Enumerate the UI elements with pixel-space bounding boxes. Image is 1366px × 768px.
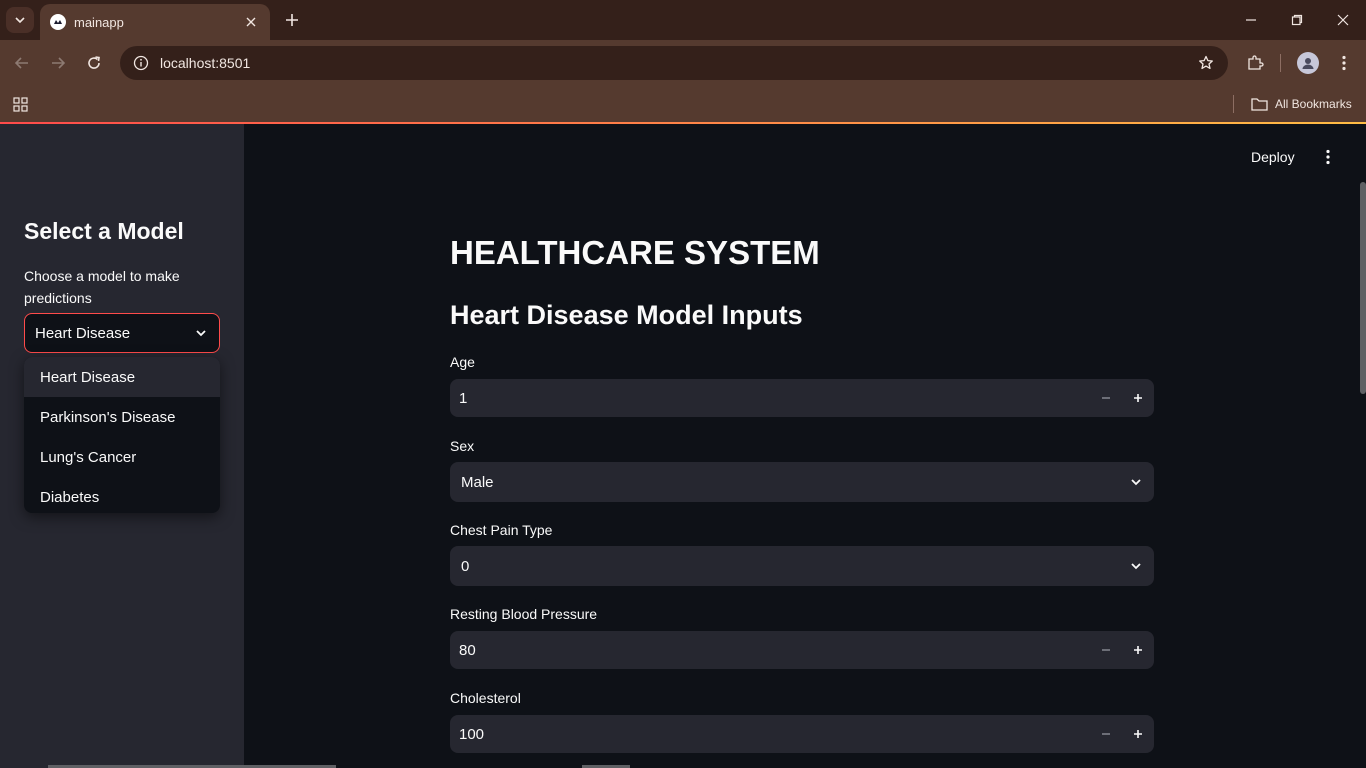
chevron-down-icon xyxy=(1131,479,1141,486)
age-decrement-minus-icon[interactable] xyxy=(1090,379,1122,417)
model-select[interactable]: Heart Disease xyxy=(24,313,220,353)
tab-search-button[interactable] xyxy=(6,7,34,33)
age-input[interactable]: 1 xyxy=(450,379,1154,417)
bookmarks-divider xyxy=(1233,95,1234,113)
main-content: Deploy HEALTHCARE SYSTEM Heart Disease M… xyxy=(244,124,1366,768)
sex-label: Sex xyxy=(450,438,475,454)
page-title: HEALTHCARE SYSTEM xyxy=(450,234,820,271)
resting-bp-decrement-minus-icon[interactable] xyxy=(1090,631,1122,669)
browser-menu-icon[interactable] xyxy=(1334,51,1354,75)
tab-close-icon[interactable] xyxy=(242,13,260,31)
cholesterol-label: Cholesterol xyxy=(450,690,521,706)
restore-icon[interactable] xyxy=(1274,0,1320,40)
bookmarks-bar: All Bookmarks xyxy=(0,86,1366,122)
all-bookmarks-button[interactable]: All Bookmarks xyxy=(1251,92,1352,116)
deploy-button[interactable]: Deploy xyxy=(1251,146,1295,168)
forward-arrow-icon[interactable] xyxy=(46,51,70,75)
bookmark-star-icon[interactable] xyxy=(1196,53,1216,73)
profile-avatar[interactable] xyxy=(1297,52,1319,74)
folder-icon xyxy=(1251,98,1268,111)
sidebar-title: Select a Model xyxy=(24,218,184,244)
cholesterol-value[interactable]: 100 xyxy=(450,726,1090,743)
new-tab-plus-icon[interactable] xyxy=(282,10,302,30)
back-arrow-icon[interactable] xyxy=(10,51,34,75)
dropdown-option-heart-disease[interactable]: Heart Disease xyxy=(24,357,220,397)
browser-toolbar: localhost:8501 xyxy=(0,40,1366,86)
browser-tab-active[interactable]: mainapp xyxy=(40,4,270,40)
dropdown-option-parkinsons[interactable]: Parkinson's Disease xyxy=(24,397,220,437)
resting-bp-label: Resting Blood Pressure xyxy=(450,606,598,622)
model-dropdown-menu: Heart Disease Parkinson's Disease Lung's… xyxy=(24,357,220,513)
chevron-down-icon xyxy=(15,17,25,24)
url-text[interactable]: localhost:8501 xyxy=(160,55,1196,71)
window-close-icon[interactable] xyxy=(1320,0,1366,40)
age-increment-plus-icon[interactable] xyxy=(1122,379,1154,417)
model-select-value: Heart Disease xyxy=(35,324,131,342)
tab-title: mainapp xyxy=(74,14,124,30)
age-label: Age xyxy=(450,354,475,370)
resting-bp-value[interactable]: 80 xyxy=(450,642,1090,659)
sex-select[interactable]: Male xyxy=(450,462,1154,502)
cholesterol-increment-plus-icon[interactable] xyxy=(1122,715,1154,753)
site-info-icon[interactable] xyxy=(132,54,150,72)
extensions-puzzle-icon[interactable] xyxy=(1243,51,1267,75)
sidebar: Select a Model Choose a model to make pr… xyxy=(0,124,244,768)
cholesterol-input[interactable]: 100 xyxy=(450,715,1154,753)
address-bar[interactable]: localhost:8501 xyxy=(120,46,1228,80)
sex-select-value: Male xyxy=(461,473,494,491)
chest-pain-type-label: Chest Pain Type xyxy=(450,522,553,538)
all-bookmarks-label: All Bookmarks xyxy=(1275,97,1352,111)
minimize-icon[interactable] xyxy=(1228,0,1274,40)
dropdown-option-lung-cancer[interactable]: Lung's Cancer xyxy=(24,437,220,477)
vertical-scrollbar[interactable] xyxy=(1360,182,1366,394)
chevron-down-icon xyxy=(1131,563,1141,570)
age-value[interactable]: 1 xyxy=(450,390,1090,407)
model-select-label: Choose a model to make predictions xyxy=(24,268,180,306)
browser-tab-bar: mainapp xyxy=(0,0,1366,40)
streamlit-favicon-icon xyxy=(50,14,66,30)
chest-pain-type-select[interactable]: 0 xyxy=(450,546,1154,586)
resting-bp-increment-plus-icon[interactable] xyxy=(1122,631,1154,669)
cholesterol-decrement-minus-icon[interactable] xyxy=(1090,715,1122,753)
resting-bp-input[interactable]: 80 xyxy=(450,631,1154,669)
dropdown-option-diabetes[interactable]: Diabetes xyxy=(24,477,220,513)
app-menu-icon[interactable] xyxy=(1318,146,1338,168)
reload-icon[interactable] xyxy=(82,51,106,75)
window-controls xyxy=(1228,0,1366,40)
chest-pain-type-value: 0 xyxy=(461,557,470,575)
section-heading: Heart Disease Model Inputs xyxy=(450,300,803,330)
apps-grid-icon[interactable] xyxy=(10,94,30,114)
chevron-down-icon xyxy=(196,330,206,337)
toolbar-divider xyxy=(1280,54,1281,72)
